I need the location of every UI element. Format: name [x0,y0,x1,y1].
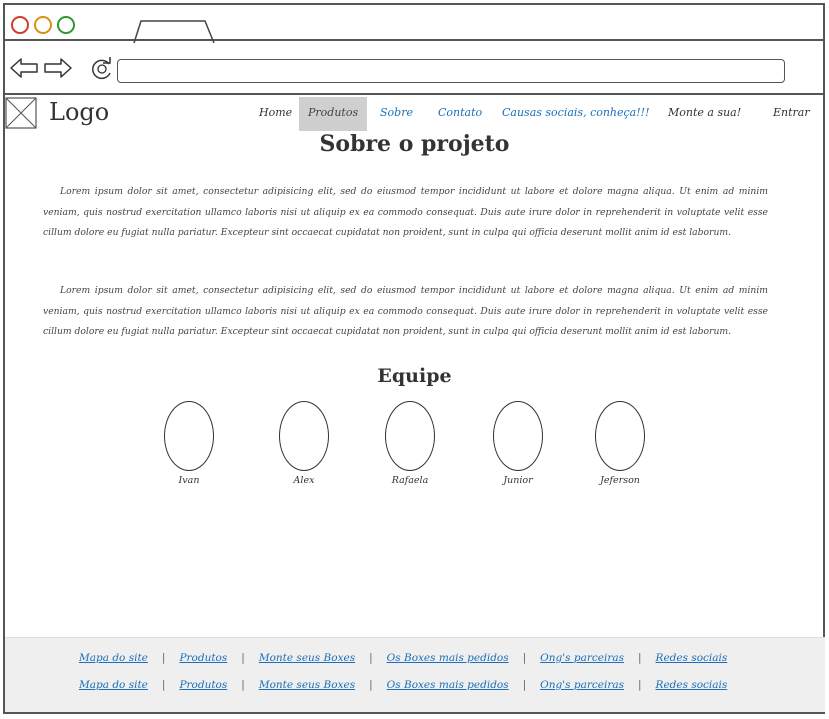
about-paragraph: Lorem ipsum dolor sit amet, consectetur … [43,186,768,238]
footer-links-row: Mapa do site | Produtos | Monte seus Box… [79,649,727,667]
member-name: Rafaela [391,475,429,486]
site-footer: Mapa do site | Produtos | Monte seus Box… [5,637,825,712]
browser-titlebar [3,3,825,43]
footer-separator: | [522,652,527,664]
footer-separator: | [161,679,166,691]
footer-link-boxes-mais-pedidos[interactable]: Os Boxes mais pedidos [387,652,509,664]
site-header: Logo Home Produtos Sobre Contato Causas … [5,97,825,131]
avatar [385,401,435,471]
footer-separator: | [241,679,245,691]
team-member: Jeferson [594,401,646,486]
footer-links-row: Mapa do site | Produtos | Monte seus Box… [79,676,727,694]
member-name: Alex [293,475,315,486]
nav-sobre[interactable]: Sobre [380,97,413,131]
member-name: Jeferson [600,475,640,486]
logo-image-icon[interactable] [5,97,37,129]
footer-link-redes-sociais[interactable]: Redes sociais [656,679,728,691]
footer-separator: | [638,679,642,691]
url-input[interactable] [117,59,785,83]
reload-icon[interactable] [89,56,115,82]
member-name: Junior [503,475,533,486]
footer-link-ongs-parceiras[interactable]: Ong's parceiras [540,679,624,691]
footer-separator: | [522,679,527,691]
back-arrow-icon[interactable] [9,57,39,79]
team-member: Alex [278,401,330,486]
footer-link-produtos[interactable]: Produtos [179,679,227,691]
footer-separator: | [241,652,245,664]
avatar [493,401,543,471]
footer-separator: | [369,679,373,691]
page-title: Sobre o projeto [319,131,510,157]
member-name: Ivan [178,475,200,486]
maximize-window-icon[interactable] [57,16,75,34]
footer-separator: | [161,652,166,664]
nav-produtos[interactable]: Produtos [299,97,368,131]
logo-text[interactable]: Logo [49,98,109,126]
team-member: Ivan [163,401,215,486]
forward-arrow-icon[interactable] [43,57,73,79]
team-title: Equipe [377,365,452,387]
footer-link-monte-seus-boxes[interactable]: Monte seus Boxes [259,679,355,691]
browser-addressbar [3,41,825,95]
nav-causas-sociais[interactable]: Causas sociais, conheça!!! [502,97,650,131]
avatar [164,401,214,471]
team-member: Junior [492,401,544,486]
avatar [595,401,645,471]
footer-link-produtos[interactable]: Produtos [179,652,227,664]
footer-separator: | [369,652,373,664]
footer-link-boxes-mais-pedidos[interactable]: Os Boxes mais pedidos [387,679,509,691]
footer-link-redes-sociais[interactable]: Redes sociais [656,652,728,664]
nav-entrar[interactable]: Entrar [773,97,810,131]
nav-home[interactable]: Home [259,97,292,131]
nav-monte-a-sua[interactable]: Monte a sua! [668,97,741,131]
footer-link-ongs-parceiras[interactable]: Ong's parceiras [540,652,624,664]
footer-link-mapa-do-site[interactable]: Mapa do site [79,679,148,691]
footer-link-mapa-do-site[interactable]: Mapa do site [79,652,148,664]
footer-separator: | [638,652,642,664]
nav-contato[interactable]: Contato [438,97,482,131]
avatar [279,401,329,471]
about-paragraph: Lorem ipsum dolor sit amet, consectetur … [43,285,768,337]
minimize-window-icon[interactable] [34,16,52,34]
footer-link-monte-seus-boxes[interactable]: Monte seus Boxes [259,652,355,664]
close-window-icon[interactable] [11,16,29,34]
browser-tab[interactable] [133,20,215,43]
team-member: Rafaela [384,401,436,486]
